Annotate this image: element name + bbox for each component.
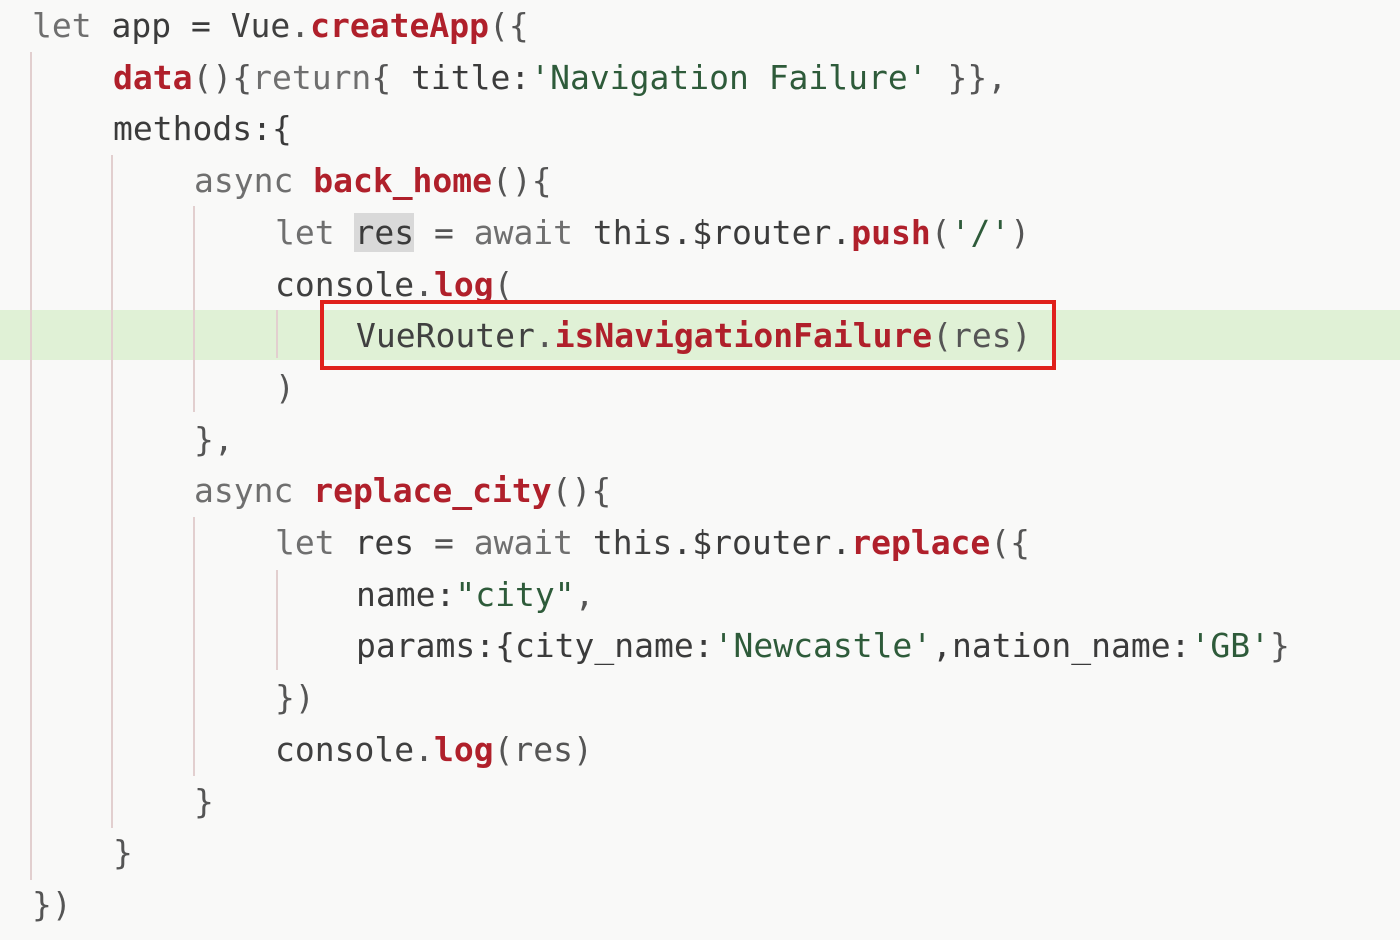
code-token: console	[275, 729, 415, 769]
code-token: log	[433, 729, 494, 769]
code-line[interactable]: name:"city",	[356, 569, 594, 621]
code-line[interactable]: async replace_city(){	[194, 465, 611, 517]
code-line[interactable]: })	[32, 879, 72, 931]
code-token: push	[851, 212, 931, 252]
code-token: }	[1269, 626, 1290, 666]
code-token: .	[414, 264, 434, 304]
indent-guide	[30, 52, 32, 880]
code-token: .$router.	[672, 523, 852, 562]
indent-guide	[276, 570, 278, 670]
code-token: name:	[356, 574, 456, 614]
code-line[interactable]: let res = await this.$router.push('/')	[275, 207, 1030, 259]
code-token: this	[592, 523, 673, 562]
code-token: createApp	[310, 6, 489, 45]
code-line[interactable]: },	[194, 414, 234, 466]
code-token: res	[354, 212, 415, 252]
code-token: )	[275, 367, 295, 407]
code-line[interactable]: let res = await this.$router.replace({	[275, 517, 1030, 569]
code-token: (){	[492, 161, 552, 201]
code-token: (res)	[493, 729, 593, 769]
code-token: console	[275, 264, 415, 304]
code-token: 'Navigation Failure'	[530, 57, 928, 97]
code-line[interactable]: methods:{	[113, 103, 292, 155]
code-token: .	[414, 729, 434, 769]
indent-guide	[193, 206, 195, 412]
code-line[interactable]: data(){return{ title:'Navigation Failure…	[113, 52, 1007, 104]
code-token: log	[433, 264, 494, 304]
code-token: replace	[851, 523, 991, 562]
code-token: ,nation_name:	[932, 626, 1191, 666]
code-token: ,	[574, 574, 595, 614]
code-token: data	[113, 57, 193, 97]
code-token: ({	[990, 523, 1031, 562]
code-token: })	[32, 884, 72, 924]
code-line[interactable]: })	[275, 672, 315, 724]
code-token: let	[275, 523, 355, 562]
code-token: (	[930, 212, 951, 252]
code-token: methods:{	[113, 109, 292, 149]
code-token: )	[1010, 212, 1031, 252]
code-token: {	[371, 57, 412, 97]
code-token: Vue	[230, 6, 291, 45]
code-token: let	[275, 212, 355, 252]
code-token: =	[414, 523, 474, 562]
code-token: 'Newcastle'	[713, 626, 933, 666]
code-line[interactable]: async back_home(){	[194, 155, 552, 207]
code-token: '/'	[950, 212, 1011, 252]
code-editor[interactable]: let app = Vue.createApp({data(){return{ …	[0, 0, 1400, 940]
code-token: app =	[91, 6, 231, 45]
code-line[interactable]: }	[113, 827, 133, 879]
code-line[interactable]: let app = Vue.createApp({	[32, 0, 529, 52]
code-token: title:	[411, 57, 531, 97]
code-token: },	[194, 419, 234, 459]
code-token: ({	[488, 6, 529, 45]
code-token: let	[32, 6, 92, 45]
indent-guide	[193, 517, 195, 776]
annotation-box	[320, 300, 1056, 370]
code-token: })	[275, 678, 315, 718]
indent-guide	[276, 310, 278, 358]
code-token: return	[252, 57, 372, 97]
code-line[interactable]: params:{city_name:'Newcastle',nation_nam…	[356, 620, 1290, 672]
code-token: .$router.	[672, 212, 852, 252]
code-token: back_home	[313, 161, 493, 201]
code-token: await	[473, 212, 593, 252]
code-token: "city"	[455, 574, 575, 614]
code-token: async	[194, 471, 314, 511]
code-token: (){	[192, 57, 253, 97]
indent-guide	[111, 155, 113, 828]
code-token: }	[113, 833, 133, 873]
code-token: res	[354, 523, 415, 562]
code-token: await	[473, 523, 593, 562]
code-token: (	[493, 264, 514, 304]
code-token: =	[414, 212, 474, 252]
code-token: .	[290, 6, 311, 45]
code-line[interactable]: )	[275, 362, 295, 414]
code-token: (){	[551, 471, 612, 511]
code-token: params:{city_name:	[356, 626, 714, 666]
code-token: }},	[927, 57, 1008, 97]
code-token: 'GB'	[1190, 626, 1270, 666]
code-line[interactable]: }	[194, 776, 214, 828]
code-line[interactable]: console.log(res)	[275, 724, 593, 776]
code-token: this	[592, 212, 673, 252]
code-token: }	[194, 781, 214, 821]
code-token: async	[194, 161, 314, 201]
code-token: replace_city	[313, 471, 552, 511]
